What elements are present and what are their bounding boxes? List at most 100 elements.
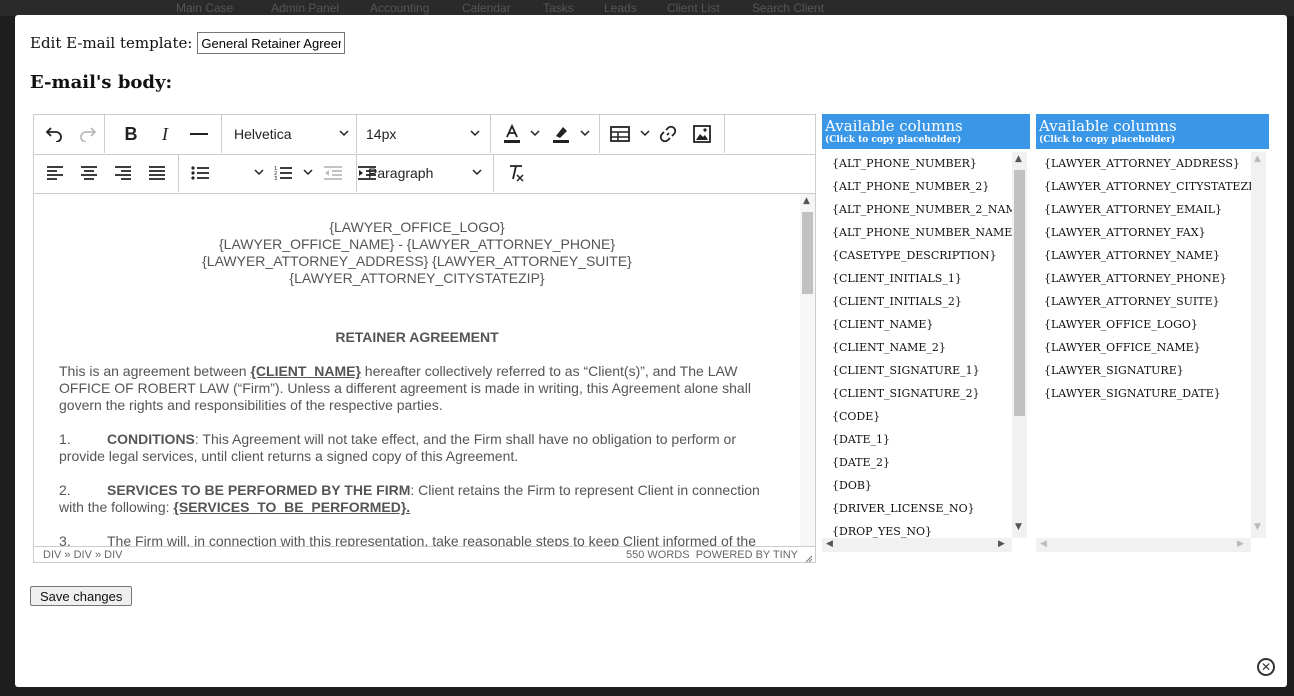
services-placeholder: {SERVICES_TO_BE_PERFORMED}. <box>173 499 411 515</box>
scroll-up-icon[interactable]: ▲ <box>1254 154 1261 164</box>
background-nav: Main Case Admin Panel Accounting Calenda… <box>0 0 1294 16</box>
chevron-down-icon <box>303 169 313 176</box>
letterhead-line: {LAWYER_ATTORNEY_ADDRESS} {LAWYER_ATTORN… <box>202 253 632 269</box>
placeholder-item[interactable]: {LAWYER_OFFICE_NAME} <box>1044 341 1201 354</box>
letterhead-line: {LAWYER_ATTORNEY_CITYSTATEZIP} <box>289 270 545 286</box>
placeholder-item[interactable]: {CLIENT_SIGNATURE_1} <box>832 364 980 377</box>
horizontal-line-button[interactable] <box>184 120 214 148</box>
image-button[interactable] <box>687 120 717 148</box>
scrollbar-thumb[interactable] <box>1014 170 1025 416</box>
scroll-right-icon[interactable]: ▶ <box>1237 539 1244 549</box>
close-modal-button[interactable]: ✕ <box>1257 658 1275 676</box>
redo-button[interactable] <box>73 120 103 148</box>
italic-icon: I <box>162 123 168 144</box>
placeholder-item[interactable]: {CLIENT_INITIALS_1} <box>832 272 962 285</box>
block-format-select[interactable]: Paragraph <box>356 154 494 192</box>
panel-header: Available columns (Click to copy placeho… <box>822 114 1030 149</box>
scroll-down-icon[interactable]: ▼ <box>1254 522 1261 532</box>
placeholder-item[interactable]: {LAWYER_OFFICE_LOGO} <box>1044 318 1198 331</box>
clear-formatting-button[interactable] <box>501 159 531 187</box>
placeholder-item[interactable]: {CLIENT_NAME_2} <box>832 341 946 354</box>
placeholder-item[interactable]: {DATE_1} <box>832 433 890 446</box>
bullet-list-icon <box>191 166 209 180</box>
placeholder-item[interactable]: {LAWYER_ATTORNEY_PHONE} <box>1044 272 1227 285</box>
bg-nav-item: Accounting <box>370 1 430 15</box>
resize-handle-icon[interactable] <box>805 555 813 563</box>
outdent-button[interactable] <box>318 159 348 187</box>
align-justify-icon <box>149 166 165 180</box>
link-button[interactable] <box>653 120 683 148</box>
placeholder-item[interactable]: {CLIENT_NAME} <box>832 318 933 331</box>
agreement-title: RETAINER AGREEMENT <box>335 329 499 345</box>
chevron-down-icon <box>530 130 540 137</box>
highlight-color-button[interactable] <box>546 120 576 148</box>
bullet-list-button[interactable] <box>185 159 215 187</box>
placeholder-item[interactable]: {LAWYER_ATTORNEY_CITYSTATEZIP} <box>1044 180 1251 193</box>
placeholder-item[interactable]: {ALT_PHONE_NUMBER_NAME} <box>832 226 1012 239</box>
placeholder-item[interactable]: {DOB} <box>832 479 872 492</box>
align-right-button[interactable] <box>108 159 138 187</box>
scroll-left-icon[interactable]: ◀ <box>826 539 833 549</box>
section-3-paragraph: 3. The Firm will, in connection with this… <box>59 533 779 546</box>
placeholder-item[interactable]: {LAWYER_SIGNATURE_DATE} <box>1044 387 1221 400</box>
chevron-down-icon <box>470 130 480 137</box>
scroll-down-icon[interactable]: ▼ <box>1015 522 1022 532</box>
placeholder-item[interactable]: {LAWYER_ATTORNEY_ADDRESS} <box>1044 157 1240 170</box>
text-color-button[interactable] <box>497 120 527 148</box>
placeholder-item[interactable]: {DATE_2} <box>832 456 890 469</box>
placeholder-item[interactable]: {DRIVER_LICENSE_NO} <box>832 502 975 515</box>
template-name-input[interactable] <box>197 32 346 54</box>
scroll-up-icon[interactable]: ▲ <box>803 196 810 206</box>
scroll-up-icon[interactable]: ▲ <box>1015 154 1022 164</box>
placeholder-item[interactable]: {ALT_PHONE_NUMBER} <box>832 157 977 170</box>
placeholder-list: {LAWYER_ATTORNEY_ADDRESS} {LAWYER_ATTORN… <box>1036 152 1251 538</box>
editor-content[interactable]: {LAWYER_OFFICE_LOGO} {LAWYER_OFFICE_NAME… <box>34 194 800 546</box>
font-family-value: Helvetica <box>234 126 292 142</box>
align-justify-button[interactable] <box>142 159 172 187</box>
placeholder-item[interactable]: {DROP_YES_NO} <box>832 525 932 538</box>
placeholder-item[interactable]: {CLIENT_SIGNATURE_2} <box>832 387 980 400</box>
placeholder-item[interactable]: {CASETYPE_DESCRIPTION} <box>832 249 997 262</box>
conditions-paragraph: 1. CONDITIONS: This Agreement will not ta… <box>59 431 779 465</box>
panel-scrollbar[interactable]: ▲ ▼ <box>1012 152 1027 538</box>
align-center-button[interactable] <box>74 159 104 187</box>
bg-nav-item: Leads <box>604 1 637 15</box>
scroll-right-icon[interactable]: ▶ <box>998 539 1005 549</box>
scrollbar-thumb[interactable] <box>802 212 813 294</box>
editor-statusbar: DIV » DIV » DIV 550 WORDS POWERED BY TIN… <box>34 546 815 564</box>
placeholder-item[interactable]: {LAWYER_ATTORNEY_FAX} <box>1044 226 1206 239</box>
numbered-list-button[interactable]: 123 <box>268 159 298 187</box>
clear-formatting-icon <box>510 165 524 182</box>
placeholder-item[interactable]: {CLIENT_INITIALS_2} <box>832 295 962 308</box>
italic-button[interactable]: I <box>150 120 180 148</box>
chevron-down-icon <box>339 130 349 137</box>
text-color-icon <box>504 124 520 143</box>
panel-header: Available columns (Click to copy placeho… <box>1036 114 1269 149</box>
placeholder-item[interactable]: {LAWYER_ATTORNEY_SUITE} <box>1044 295 1220 308</box>
font-size-select[interactable]: 14px <box>356 115 491 153</box>
undo-button[interactable] <box>39 120 69 148</box>
placeholder-item[interactable]: {ALT_PHONE_NUMBER_2} <box>832 180 989 193</box>
panel-hscrollbar[interactable]: ◀ ▶ <box>822 538 1012 552</box>
placeholder-item[interactable]: {CODE} <box>832 410 880 423</box>
placeholder-item[interactable]: {LAWYER_ATTORNEY_NAME} <box>1044 249 1220 262</box>
placeholder-item[interactable]: {ALT_PHONE_NUMBER_2_NAME} <box>832 203 1012 216</box>
alignment-group <box>34 154 179 192</box>
placeholder-item[interactable]: {LAWYER_SIGNATURE} <box>1044 364 1184 377</box>
horizontal-line-icon <box>190 133 208 135</box>
bold-button[interactable]: B <box>116 120 146 148</box>
placeholder-item[interactable]: {LAWYER_ATTORNEY_EMAIL} <box>1044 203 1222 216</box>
editor-scrollbar[interactable]: ▲ <box>800 194 815 546</box>
panel-title: Available columns <box>1039 117 1177 135</box>
insert-group <box>599 115 725 153</box>
scroll-left-icon[interactable]: ◀ <box>1040 539 1047 549</box>
align-left-icon <box>47 166 63 180</box>
align-left-button[interactable] <box>40 159 70 187</box>
panel-scrollbar[interactable]: ▲ ▼ <box>1251 152 1266 538</box>
font-family-select[interactable]: Helvetica <box>221 115 357 153</box>
rich-text-editor: B I Helvetica 14px 1 2 3 Paragraph {LAWY… <box>33 114 816 563</box>
save-changes-button[interactable]: Save changes <box>30 586 133 606</box>
panel-hscrollbar[interactable]: ◀ ▶ <box>1036 538 1251 552</box>
align-right-icon <box>115 166 131 180</box>
table-button[interactable] <box>605 120 635 148</box>
